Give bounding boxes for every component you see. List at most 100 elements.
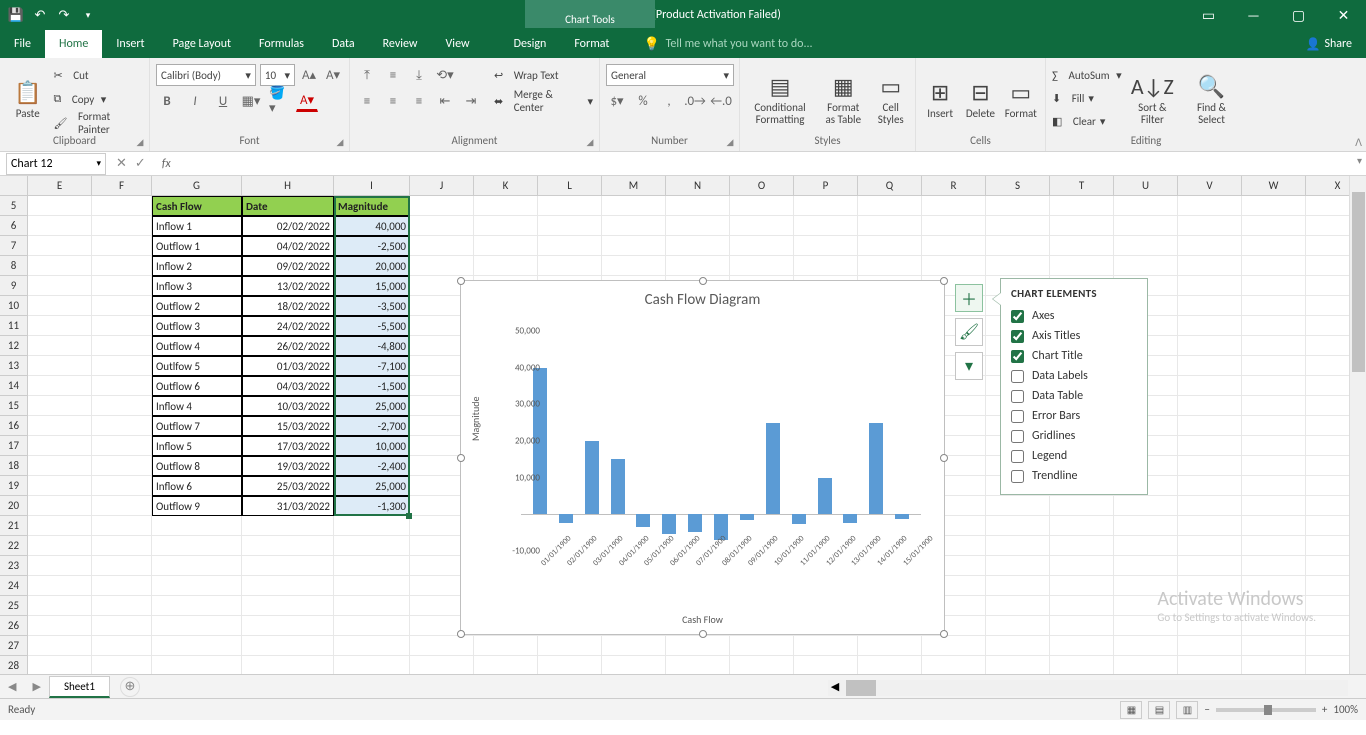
cell[interactable] <box>242 516 334 536</box>
cell[interactable] <box>730 216 794 236</box>
embedded-chart[interactable]: Cash Flow Diagram Magnitude Cash Flow -1… <box>460 280 945 635</box>
italic-button[interactable]: I <box>184 90 206 112</box>
cell[interactable]: Magnitude <box>334 196 410 216</box>
row-header[interactable]: 15 <box>0 396 28 416</box>
cell[interactable] <box>1050 556 1114 576</box>
cell[interactable] <box>858 216 922 236</box>
increase-indent-icon[interactable]: ⇥ <box>460 90 482 112</box>
chart-element-checkbox[interactable] <box>1011 370 1024 383</box>
cell[interactable] <box>1114 576 1178 596</box>
alignment-dialog-launcher[interactable]: ◢ <box>583 135 597 149</box>
row-header[interactable]: 25 <box>0 596 28 616</box>
chart-bar[interactable] <box>869 423 883 515</box>
cell[interactable] <box>92 556 152 576</box>
cell[interactable] <box>242 556 334 576</box>
cell[interactable] <box>858 256 922 276</box>
delete-cells-button[interactable]: ⊟Delete <box>962 62 998 134</box>
cell[interactable] <box>410 656 474 674</box>
cell[interactable] <box>1178 436 1242 456</box>
cell[interactable] <box>334 556 410 576</box>
cell[interactable]: 20,000 <box>334 256 410 276</box>
cell[interactable] <box>28 536 92 556</box>
cell[interactable] <box>92 236 152 256</box>
cell[interactable] <box>1178 496 1242 516</box>
tab-format[interactable]: Format <box>560 30 623 58</box>
cell[interactable] <box>538 656 602 674</box>
format-painter-button[interactable]: 🖌 Format Painter <box>54 112 144 134</box>
chart-element-checkbox[interactable] <box>1011 470 1024 483</box>
cell[interactable]: -4,800 <box>334 336 410 356</box>
cell[interactable] <box>538 236 602 256</box>
cell[interactable] <box>1178 336 1242 356</box>
row-header[interactable]: 14 <box>0 376 28 396</box>
cell[interactable] <box>474 256 538 276</box>
cell[interactable] <box>1178 396 1242 416</box>
cell[interactable] <box>28 516 92 536</box>
cell[interactable] <box>1242 316 1306 336</box>
cell[interactable] <box>1178 616 1242 636</box>
borders-button[interactable]: ▦▾ <box>240 90 262 112</box>
cell[interactable]: 17/03/2022 <box>242 436 334 456</box>
cell[interactable] <box>794 236 858 256</box>
cut-button[interactable]: ✂ Cut <box>54 64 144 86</box>
cell[interactable] <box>92 576 152 596</box>
column-header[interactable]: G <box>152 176 242 196</box>
cell[interactable] <box>538 256 602 276</box>
cell[interactable] <box>602 216 666 236</box>
expand-formula-bar-icon[interactable]: ▾ <box>1357 154 1362 167</box>
chart-element-option[interactable]: Gridlines <box>1011 426 1137 446</box>
cell[interactable] <box>474 236 538 256</box>
chart-bar[interactable] <box>611 459 625 514</box>
spreadsheet-grid[interactable]: EFGHIJKLMNOPQRSTUVWX 5678910111213141516… <box>0 176 1366 674</box>
cell[interactable] <box>986 196 1050 216</box>
cell[interactable] <box>602 656 666 674</box>
cell[interactable]: -1,300 <box>334 496 410 516</box>
cell[interactable] <box>242 636 334 656</box>
cell[interactable] <box>152 516 242 536</box>
paste-button[interactable]: 📋Paste <box>6 62 50 134</box>
cell[interactable] <box>92 516 152 536</box>
chart-element-option[interactable]: Data Table <box>1011 386 1137 406</box>
cell[interactable]: 26/02/2022 <box>242 336 334 356</box>
column-header[interactable]: K <box>474 176 538 196</box>
cell[interactable] <box>152 636 242 656</box>
cell[interactable] <box>986 256 1050 276</box>
cell[interactable] <box>1242 596 1306 616</box>
tab-review[interactable]: Review <box>369 30 432 58</box>
ribbon-display-options-icon[interactable]: ▭ <box>1186 0 1231 30</box>
chart-element-checkbox[interactable] <box>1011 410 1024 423</box>
cell[interactable]: 25/03/2022 <box>242 476 334 496</box>
cell[interactable] <box>334 576 410 596</box>
cell[interactable] <box>152 656 242 674</box>
cell[interactable] <box>602 636 666 656</box>
cell[interactable] <box>986 616 1050 636</box>
row-header[interactable]: 19 <box>0 476 28 496</box>
cell[interactable]: Outflow 3 <box>152 316 242 336</box>
cell[interactable] <box>986 236 1050 256</box>
chart-bar[interactable] <box>585 441 599 514</box>
cell[interactable] <box>334 636 410 656</box>
accounting-format-icon[interactable]: $▾ <box>606 90 628 112</box>
cell[interactable] <box>666 636 730 656</box>
cell[interactable] <box>92 316 152 336</box>
cell[interactable] <box>410 236 474 256</box>
cell[interactable] <box>1114 536 1178 556</box>
chart-element-checkbox[interactable] <box>1011 350 1024 363</box>
cell[interactable] <box>1114 596 1178 616</box>
cell[interactable] <box>334 616 410 636</box>
cell[interactable] <box>730 656 794 674</box>
chart-element-option[interactable]: Error Bars <box>1011 406 1137 426</box>
column-header[interactable]: N <box>666 176 730 196</box>
cell[interactable]: -1,500 <box>334 376 410 396</box>
sheet-tab[interactable]: Sheet1 <box>49 676 110 698</box>
cell[interactable] <box>986 656 1050 674</box>
qat-customize-icon[interactable]: ▾ <box>80 7 96 23</box>
name-box[interactable]: Chart 12▾ <box>6 153 106 175</box>
row-header[interactable]: 27 <box>0 636 28 656</box>
chart-element-option[interactable]: Trendline <box>1011 466 1137 486</box>
cell[interactable] <box>986 636 1050 656</box>
chart-element-checkbox[interactable] <box>1011 430 1024 443</box>
cell[interactable]: 01/03/2022 <box>242 356 334 376</box>
column-headers[interactable]: EFGHIJKLMNOPQRSTUVWX <box>28 176 1366 196</box>
column-header[interactable]: F <box>92 176 152 196</box>
